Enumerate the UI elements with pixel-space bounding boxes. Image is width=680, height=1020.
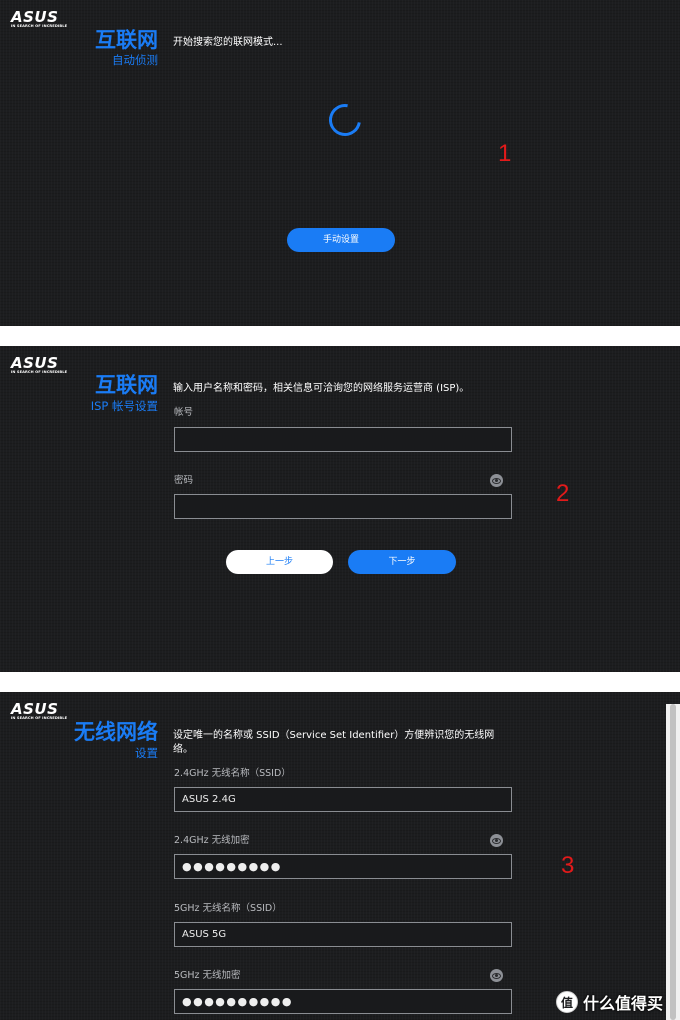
page-title: 互联网 [95,373,158,397]
ssid-5ghz-input[interactable]: ASUS 5G [174,922,512,947]
ssid-5ghz-label: 5GHz 无线名称（SSID） [174,903,282,914]
asus-logo-tagline: IN SEARCH OF INCREDIBLE [11,370,68,374]
password-input[interactable] [174,494,512,519]
step-marker: 2 [556,480,570,507]
scrollbar[interactable] [666,704,680,1020]
show-password-eye-icon[interactable] [490,474,503,487]
key-24ghz-input[interactable]: ●●●●●●●●● [174,854,512,879]
asus-logo: ASUS IN SEARCH OF INCREDIBLE [11,354,68,375]
asus-logo: ASUS IN SEARCH OF INCREDIBLE [11,8,68,29]
show-password-eye-icon[interactable] [490,834,503,847]
watermark-logo-icon: 值 [556,991,578,1013]
step-marker: 1 [498,140,512,167]
asus-logo: ASUS IN SEARCH OF INCREDIBLE [11,700,68,721]
asus-logo-tagline: IN SEARCH OF INCREDIBLE [11,716,68,720]
back-button[interactable]: 上一步 [226,550,333,574]
internet-auto-detect-panel: ASUS IN SEARCH OF INCREDIBLE 互联网 自动侦测 开始… [0,0,680,326]
wireless-settings-panel: ASUS IN SEARCH OF INCREDIBLE 无线网络 设置 设定唯… [0,692,680,1020]
site-watermark: 值 什么值得买 [556,988,663,1016]
username-input[interactable] [174,427,512,452]
show-password-eye-icon[interactable] [490,969,503,982]
page-title: 互联网 [95,28,158,52]
next-button[interactable]: 下一步 [348,550,456,574]
asus-logo-mark: ASUS [11,700,59,718]
key-24ghz-label: 2.4GHz 无线加密 [174,835,250,846]
ssid-24ghz-label: 2.4GHz 无线名称（SSID） [174,768,291,779]
page-subtitle: 自动侦测 [112,53,158,67]
watermark-text: 什么值得买 [583,994,664,1013]
page-subtitle: ISP 帐号设置 [90,399,158,413]
status-description: 开始搜索您的联网模式... [173,37,283,48]
isp-description: 输入用户名称和密码，相关信息可洽询您的网络服务运营商 (ISP)。 [173,383,470,394]
username-label: 帐号 [174,407,194,418]
scrollbar-thumb[interactable] [670,704,676,1020]
page-subtitle: 设置 [135,746,158,760]
step-marker: 3 [561,852,575,879]
asus-logo-mark: ASUS [11,354,59,372]
loading-spinner-icon [322,97,368,143]
key-5ghz-label: 5GHz 无线加密 [174,970,241,981]
asus-logo-tagline: IN SEARCH OF INCREDIBLE [11,24,68,28]
ssid-24ghz-input[interactable]: ASUS 2.4G [174,787,512,812]
asus-logo-mark: ASUS [11,8,59,26]
wireless-description: 设定唯一的名称或 SSID（Service Set Identifier）方便辨… [173,730,495,755]
manual-setup-button[interactable]: 手动设置 [287,228,395,252]
key-5ghz-input[interactable]: ●●●●●●●●●● [174,989,512,1014]
page-title: 无线网络 [74,720,158,744]
isp-account-panel: ASUS IN SEARCH OF INCREDIBLE 互联网 ISP 帐号设… [0,346,680,672]
password-label: 密码 [174,475,194,486]
